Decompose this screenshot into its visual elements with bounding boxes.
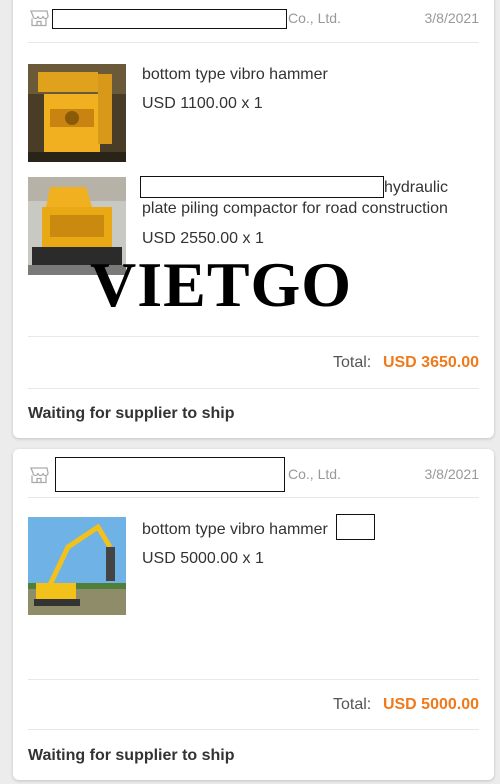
product-title-redacted xyxy=(140,176,384,198)
store-icon xyxy=(30,467,49,484)
product-price: USD 1100.00 x 1 xyxy=(142,95,263,112)
total-label: Total: xyxy=(333,354,372,371)
order-date: 3/8/2021 xyxy=(424,466,480,482)
divider xyxy=(28,42,479,43)
divider xyxy=(28,729,479,730)
product-price: USD 5000.00 x 1 xyxy=(142,550,264,567)
order-card[interactable]: Co., Ltd. 3/8/2021 bottom type vibro ham… xyxy=(13,449,494,780)
total-label: Total: xyxy=(333,696,372,713)
total-value: USD 3650.00 xyxy=(382,354,479,371)
product-title-redacted xyxy=(336,514,375,540)
supplier-name-suffix: Co., Ltd. xyxy=(288,10,341,26)
supplier-name-redacted xyxy=(55,457,285,492)
product-title-line2[interactable]: plate piling compactor for road construc… xyxy=(142,198,448,219)
supplier-name-suffix: Co., Ltd. xyxy=(288,466,341,482)
store-icon xyxy=(30,10,49,27)
watermark: VIETGO xyxy=(90,249,353,320)
order-status: Waiting for supplier to ship xyxy=(28,747,235,764)
total-value: USD 5000.00 xyxy=(382,696,479,713)
divider xyxy=(28,388,479,389)
order-date: 3/8/2021 xyxy=(424,10,480,26)
product-image-vibro-hammer[interactable] xyxy=(28,64,126,162)
order-card[interactable]: Co., Ltd. 3/8/2021 bottom type vibro ham… xyxy=(13,0,494,438)
product-title[interactable]: bottom type vibro hammer xyxy=(142,519,328,540)
product-title[interactable]: hydraulic xyxy=(384,177,448,198)
divider xyxy=(28,497,479,498)
supplier-name-redacted xyxy=(52,9,287,29)
product-price: USD 2550.00 x 1 xyxy=(142,230,264,247)
divider xyxy=(28,336,479,337)
divider xyxy=(28,679,479,680)
product-title[interactable]: bottom type vibro hammer xyxy=(142,64,328,85)
product-image-excavator-vibro-hammer[interactable] xyxy=(28,517,126,615)
order-status: Waiting for supplier to ship xyxy=(28,405,235,422)
